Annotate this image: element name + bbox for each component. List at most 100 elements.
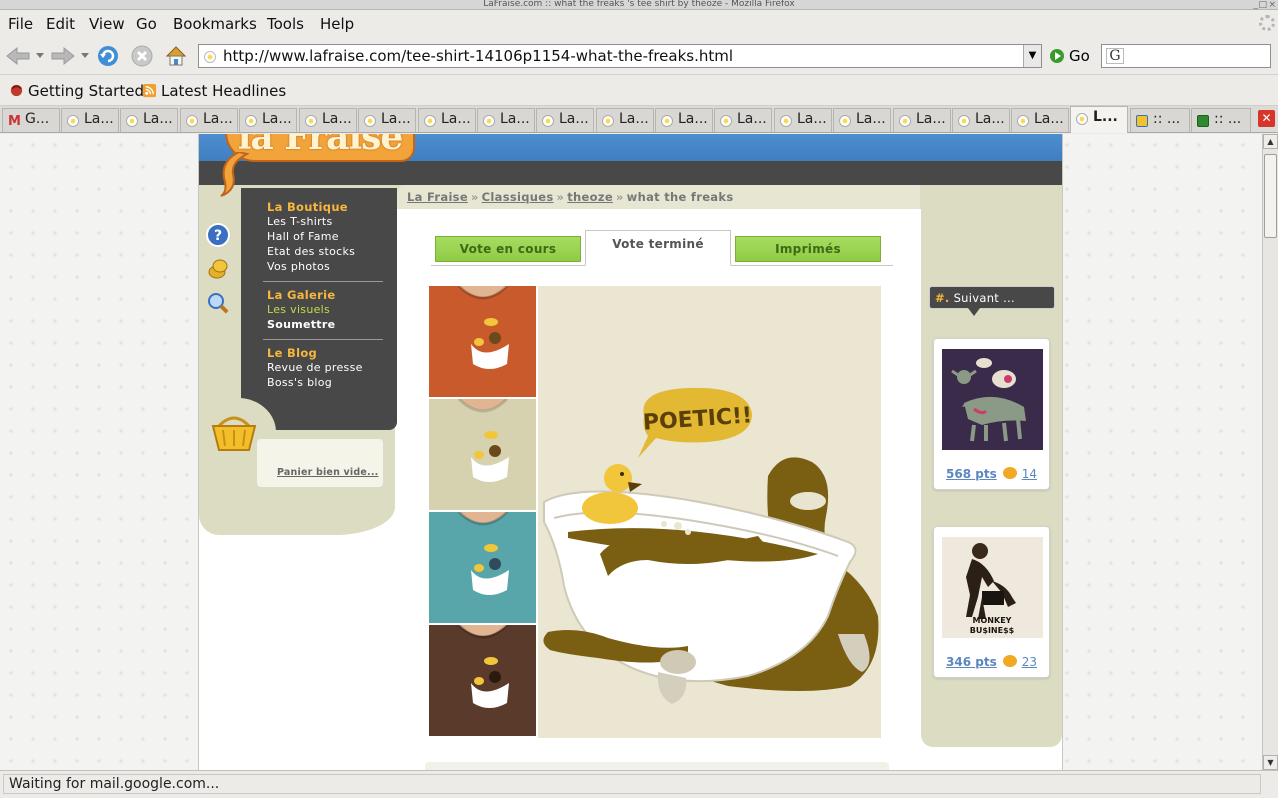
tab-lafraise[interactable]: La...: [477, 108, 535, 132]
tab-other[interactable]: :: ...: [1191, 108, 1251, 132]
coins-icon[interactable]: [205, 256, 231, 282]
minimize-icon[interactable]: _: [1254, 0, 1259, 10]
go-label: Go: [1069, 47, 1090, 65]
tab-vote-finished[interactable]: Vote terminé: [585, 230, 731, 266]
logo-text: la Fraise: [237, 134, 404, 158]
lafraise-favicon-icon: [483, 115, 495, 127]
menu-item-hall-of-fame[interactable]: Hall of Fame: [267, 229, 397, 244]
menu-item-visuels[interactable]: Les visuels: [267, 302, 397, 317]
menu-heading-galerie[interactable]: La Galerie: [267, 288, 397, 302]
url-text[interactable]: http://www.lafraise.com/tee-shirt-14106p…: [223, 47, 733, 65]
tab-lafraise[interactable]: La...: [714, 108, 772, 132]
vertical-scrollbar[interactable]: ▲ ▼: [1262, 134, 1278, 770]
scroll-up-button[interactable]: ▲: [1263, 134, 1278, 149]
next-design-card[interactable]: 568 pts 14: [933, 338, 1050, 490]
lafraise-favicon-icon: [958, 115, 970, 127]
menu-item-photos[interactable]: Vos photos: [267, 259, 397, 274]
tab-lafraise[interactable]: La...: [596, 108, 654, 132]
close-tab-button[interactable]: ✕: [1258, 110, 1275, 127]
gmail-icon: M: [8, 114, 21, 129]
tab-lafraise[interactable]: La...: [952, 108, 1010, 132]
go-button[interactable]: Go: [1050, 47, 1090, 65]
design-image: [942, 349, 1043, 450]
menu-item-soumettre[interactable]: Soumettre: [267, 317, 397, 332]
tab-lafraise[interactable]: La...: [536, 108, 594, 132]
tab-lafraise[interactable]: La...: [833, 108, 891, 132]
shirt-thumbnail-teal[interactable]: [429, 512, 536, 623]
search-input[interactable]: G: [1101, 44, 1271, 68]
tab-lafraise[interactable]: La...: [358, 108, 416, 132]
points-link[interactable]: 346 pts: [946, 655, 997, 669]
scrollbar-thumb[interactable]: [1264, 154, 1277, 238]
tab-lafraise[interactable]: La...: [61, 108, 119, 132]
help-icon[interactable]: ?: [205, 222, 231, 248]
tab-lafraise[interactable]: La...: [774, 108, 832, 132]
tab-other[interactable]: :: ...: [1130, 108, 1190, 132]
site-favicon-icon: [204, 51, 216, 63]
shirt-thumbnail-orange[interactable]: [429, 286, 536, 397]
vote-tabs: Vote en cours Vote terminé Imprimés: [431, 230, 893, 266]
tab-label: La...: [441, 111, 471, 127]
close-window-icon[interactable]: ×: [1268, 0, 1276, 10]
forward-button[interactable]: [50, 43, 76, 69]
forward-history-button[interactable]: [78, 43, 92, 69]
site-logo[interactable]: la Fraise: [217, 134, 417, 197]
breadcrumb-home[interactable]: La Fraise: [407, 190, 468, 204]
maximize-icon[interactable]: □: [1258, 0, 1267, 10]
menu-heading-boutique[interactable]: La Boutique: [267, 200, 397, 214]
dropdown-arrow-icon: [81, 53, 89, 58]
points-link[interactable]: 568 pts: [946, 467, 997, 481]
stop-button[interactable]: [129, 43, 155, 69]
scroll-down-button[interactable]: ▼: [1263, 755, 1278, 770]
tab-label: La...: [262, 111, 292, 127]
tab-lafraise[interactable]: La...: [299, 108, 357, 132]
back-history-button[interactable]: [33, 43, 47, 69]
menu-item-boss-blog[interactable]: Boss's blog: [267, 375, 397, 390]
breadcrumb-category[interactable]: Classiques: [482, 190, 554, 204]
menu-item-press[interactable]: Revue de presse: [267, 360, 397, 375]
breadcrumb: La Fraise» Classiques» theoze» what the fre…: [397, 185, 920, 209]
next-design-thumbnail[interactable]: [942, 349, 1043, 450]
search-icon[interactable]: [205, 290, 231, 316]
tab-lafraise[interactable]: La...: [239, 108, 297, 132]
menu-edit[interactable]: Edit: [46, 15, 75, 33]
tab-label: La...: [143, 111, 173, 127]
bookmark-getting-started[interactable]: Getting Started: [9, 82, 144, 100]
tab-vote-in-progress[interactable]: Vote en cours: [435, 236, 581, 262]
reload-button[interactable]: [95, 43, 121, 69]
shirt-thumbnail-brown[interactable]: [429, 625, 536, 736]
tab-lafraise[interactable]: La...: [893, 108, 951, 132]
bookmark-latest-headlines[interactable]: Latest Headlines: [142, 82, 286, 100]
menu-tools[interactable]: Tools: [267, 15, 304, 33]
home-button[interactable]: [163, 43, 189, 69]
menu-help[interactable]: Help: [320, 15, 354, 33]
back-button[interactable]: [5, 43, 31, 69]
menu-heading-blog[interactable]: Le Blog: [267, 346, 397, 360]
shopping-basket-icon[interactable]: [211, 412, 257, 452]
tab-active[interactable]: L...: [1070, 106, 1128, 133]
menu-item-tshirts[interactable]: Les T-shirts: [267, 214, 397, 229]
menu-go[interactable]: Go: [136, 15, 157, 33]
menu-file[interactable]: File: [8, 15, 33, 33]
shirt-thumbnail-cream[interactable]: [429, 399, 536, 510]
tab-lafraise[interactable]: La...: [1011, 108, 1069, 132]
tab-printed[interactable]: Imprimés: [735, 236, 881, 262]
tab-lafraise[interactable]: La...: [180, 108, 238, 132]
next-designs-header[interactable]: #. Suivant ...: [929, 286, 1055, 316]
tab-lafraise[interactable]: La...: [120, 108, 178, 132]
menu-bookmarks[interactable]: Bookmarks: [173, 15, 257, 33]
tab-lafraise[interactable]: La...: [655, 108, 713, 132]
url-history-dropdown[interactable]: ▼: [1023, 45, 1041, 67]
next-design-thumbnail[interactable]: MONKEY BU$INE$$: [942, 537, 1043, 638]
comments-link[interactable]: 14: [1022, 467, 1037, 481]
basket-empty-link[interactable]: Panier bien vide...: [277, 467, 378, 478]
comments-link[interactable]: 23: [1022, 655, 1037, 669]
url-bar[interactable]: http://www.lafraise.com/tee-shirt-14106p…: [198, 44, 1042, 68]
tab-gmail[interactable]: M G...: [2, 108, 60, 132]
google-search-engine-icon[interactable]: G: [1106, 48, 1124, 64]
breadcrumb-artist[interactable]: theoze: [567, 190, 613, 204]
tab-lafraise[interactable]: La...: [418, 108, 476, 132]
menu-item-stock[interactable]: Etat des stocks: [267, 244, 397, 259]
menu-view[interactable]: View: [89, 15, 125, 33]
next-design-card[interactable]: MONKEY BU$INE$$ 346 pts 23: [933, 526, 1050, 678]
